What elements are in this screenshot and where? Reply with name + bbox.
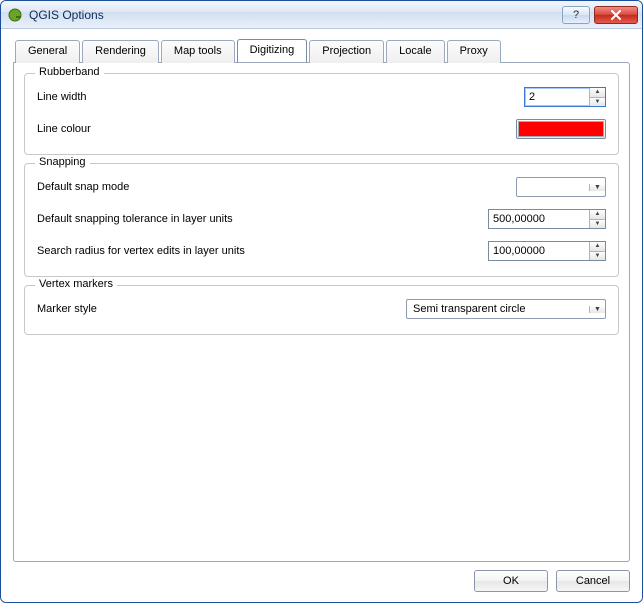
tab-rendering[interactable]: Rendering xyxy=(82,40,159,63)
group-rubberband: Rubberband Line width ▲ ▼ Line colour xyxy=(24,73,619,155)
help-button[interactable]: ? xyxy=(562,6,590,24)
tab-locale[interactable]: Locale xyxy=(386,40,444,63)
line-width-spinner[interactable]: ▲ ▼ xyxy=(524,87,606,107)
row-default-tolerance: Default snapping tolerance in layer unit… xyxy=(37,206,606,232)
tab-bar: General Rendering Map tools Digitizing P… xyxy=(13,39,630,62)
spin-up-icon[interactable]: ▲ xyxy=(590,210,605,219)
tab-label: Digitizing xyxy=(250,44,295,56)
tab-proxy[interactable]: Proxy xyxy=(447,40,501,63)
spin-up-icon[interactable]: ▲ xyxy=(590,242,605,251)
default-tolerance-spinner[interactable]: ▲ ▼ xyxy=(488,209,606,229)
marker-style-label: Marker style xyxy=(37,303,406,315)
row-default-snap-mode: Default snap mode ▼ xyxy=(37,174,606,200)
chevron-down-icon[interactable]: ▼ xyxy=(589,184,605,191)
search-radius-spinner[interactable]: ▲ ▼ xyxy=(488,241,606,261)
tab-label: Projection xyxy=(322,45,371,57)
tab-label: Proxy xyxy=(460,45,488,57)
group-title: Snapping xyxy=(35,156,90,168)
tab-label: Locale xyxy=(399,45,431,57)
spin-up-icon[interactable]: ▲ xyxy=(590,88,605,97)
colour-swatch xyxy=(518,121,604,137)
default-snap-mode-combo[interactable]: ▼ xyxy=(516,177,606,197)
row-line-width: Line width ▲ ▼ xyxy=(37,84,606,110)
ok-button[interactable]: OK xyxy=(474,570,548,592)
default-snap-mode-label: Default snap mode xyxy=(37,181,516,193)
default-tolerance-label: Default snapping tolerance in layer unit… xyxy=(37,213,488,225)
titlebar[interactable]: QGIS Options ? xyxy=(1,1,642,29)
line-width-label: Line width xyxy=(37,91,524,103)
window-buttons: ? xyxy=(562,6,642,24)
spacer xyxy=(24,343,619,551)
spin-down-icon[interactable]: ▼ xyxy=(590,251,605,261)
spin-down-icon[interactable]: ▼ xyxy=(590,219,605,229)
group-title: Vertex markers xyxy=(35,278,117,290)
search-radius-label: Search radius for vertex edits in layer … xyxy=(37,245,488,257)
line-colour-button[interactable] xyxy=(516,119,606,139)
group-snapping: Snapping Default snap mode ▼ Default sna… xyxy=(24,163,619,277)
tab-label: Map tools xyxy=(174,45,222,57)
chevron-down-icon[interactable]: ▼ xyxy=(589,306,605,313)
group-vertex-markers: Vertex markers Marker style Semi transpa… xyxy=(24,285,619,335)
tab-label: Rendering xyxy=(95,45,146,57)
tab-map-tools[interactable]: Map tools xyxy=(161,40,235,63)
row-line-colour: Line colour xyxy=(37,116,606,142)
tab-digitizing[interactable]: Digitizing xyxy=(237,39,308,62)
tab-page-digitizing: Rubberband Line width ▲ ▼ Line colour xyxy=(13,62,630,562)
spinner-arrows: ▲ ▼ xyxy=(589,88,605,106)
row-marker-style: Marker style Semi transparent circle ▼ xyxy=(37,296,606,322)
close-button[interactable] xyxy=(594,6,638,24)
options-dialog: QGIS Options ? General Rendering Map too… xyxy=(0,0,643,603)
button-label: Cancel xyxy=(576,575,610,587)
search-radius-input[interactable] xyxy=(489,242,589,260)
dialog-buttons: OK Cancel xyxy=(13,562,630,592)
spin-down-icon[interactable]: ▼ xyxy=(590,97,605,107)
line-width-input[interactable] xyxy=(525,88,589,106)
line-colour-label: Line colour xyxy=(37,123,516,135)
group-title: Rubberband xyxy=(35,66,104,78)
qgis-icon xyxy=(7,7,23,23)
spinner-arrows: ▲ ▼ xyxy=(589,242,605,260)
button-label: OK xyxy=(503,575,519,587)
combo-text: Semi transparent circle xyxy=(407,303,589,315)
tab-projection[interactable]: Projection xyxy=(309,40,384,63)
default-tolerance-input[interactable] xyxy=(489,210,589,228)
tab-label: General xyxy=(28,45,67,57)
row-search-radius: Search radius for vertex edits in layer … xyxy=(37,238,606,264)
spinner-arrows: ▲ ▼ xyxy=(589,210,605,228)
cancel-button[interactable]: Cancel xyxy=(556,570,630,592)
tab-general[interactable]: General xyxy=(15,40,80,63)
window-title: QGIS Options xyxy=(29,8,562,22)
client-area: General Rendering Map tools Digitizing P… xyxy=(1,29,642,602)
marker-style-combo[interactable]: Semi transparent circle ▼ xyxy=(406,299,606,319)
